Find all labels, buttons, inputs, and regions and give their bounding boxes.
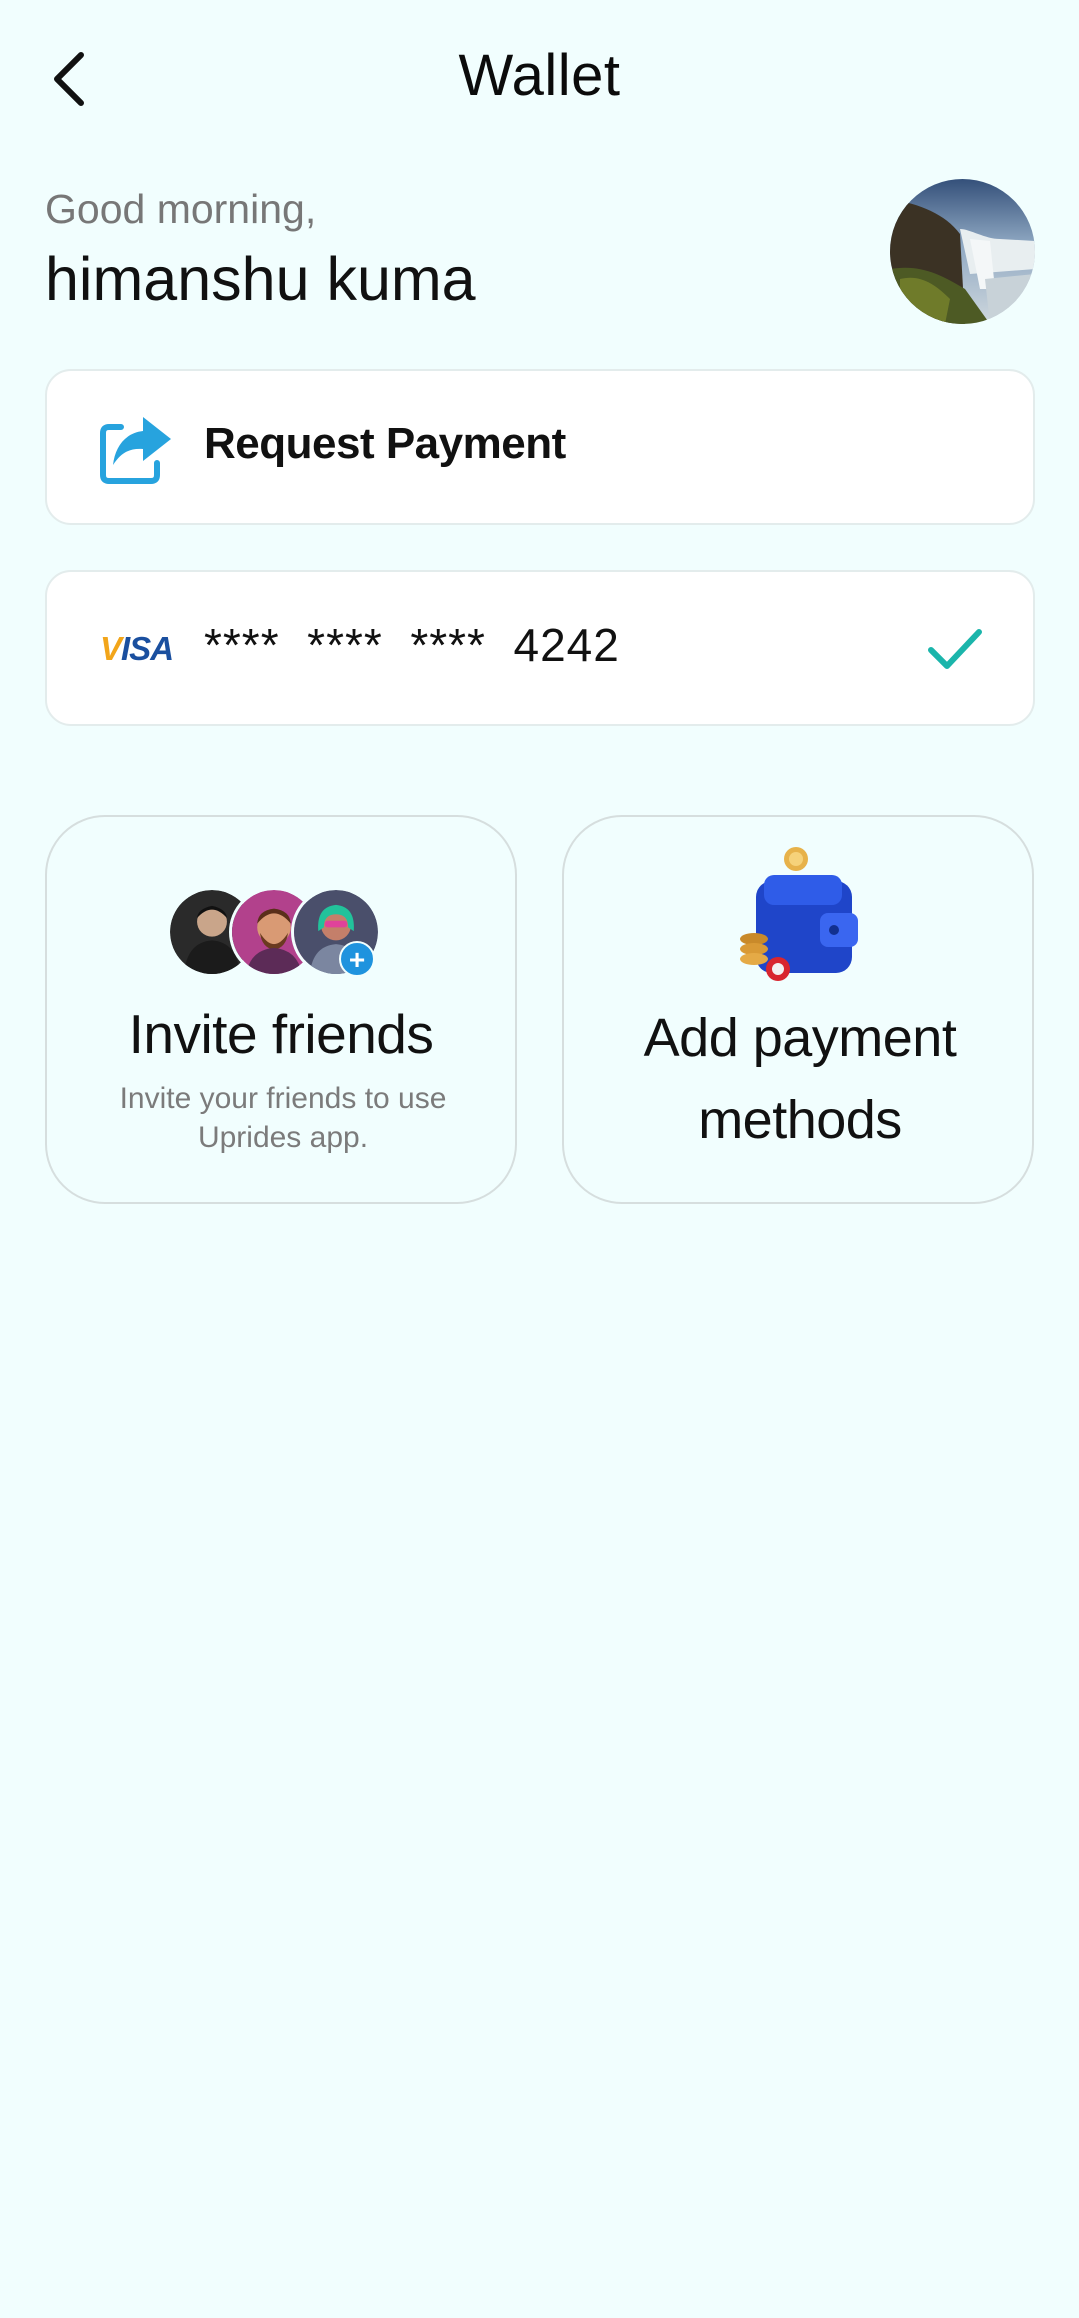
wallet-icon [740,847,858,981]
request-payment-label: Request Payment [204,419,566,468]
payment-card-item[interactable]: VISA **** **** **** 4242 [45,570,1035,726]
check-icon [928,629,982,669]
invite-friends-subtitle: Invite your friends to use Uprides app. [119,1082,447,1154]
add-payment-methods-tile[interactable]: Add payment methods [562,815,1034,1204]
invite-friends-tile[interactable]: + Invite friends Invite your friends to … [45,815,517,1204]
friends-avatars: + [167,887,407,987]
user-name: himanshu kuma [45,245,476,313]
wallet-screen: Wallet Good morning, himanshu kuma Reque… [0,0,1079,2318]
card-number: **** **** **** 4242 [204,619,620,671]
page-title: Wallet [458,43,621,108]
visa-logo: VISA [100,630,174,667]
share-forward-icon [100,417,171,484]
invite-friends-title: Invite friends [128,1003,434,1065]
request-payment-button[interactable]: Request Payment [45,369,1035,525]
add-friend-icon: + [339,941,375,977]
add-payment-methods-title: Add payment methods [643,1008,957,1150]
header: Wallet [0,0,1079,160]
greeting-text: Good morning, [45,186,317,232]
avatar-image [890,179,1035,324]
avatar[interactable] [890,179,1035,324]
